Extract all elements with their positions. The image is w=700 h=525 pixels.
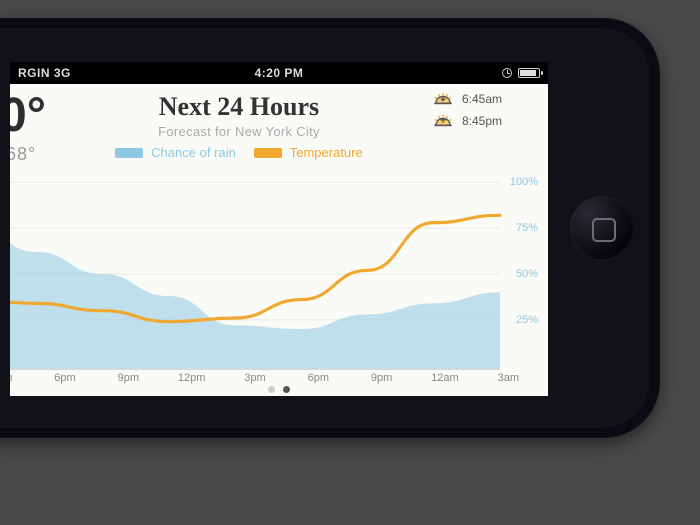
sunset-icon — [432, 114, 454, 128]
home-button[interactable] — [570, 196, 634, 260]
battery-icon — [518, 68, 540, 78]
sunrise-time: 6:45am — [462, 92, 502, 106]
sunset-row: 8:45pm — [432, 114, 532, 128]
page-subtitle: Forecast for New York City — [46, 124, 432, 139]
legend-temp: Temperature — [254, 145, 363, 160]
temp-high: 0° — [10, 92, 46, 140]
sunset-time: 8:45pm — [462, 114, 502, 128]
current-temp-block: 0° 68° — [10, 92, 46, 165]
forecast-chart: 25%50%75%100% — [10, 178, 540, 370]
legend-temp-label: Temperature — [290, 145, 363, 160]
content[interactable]: 0° 68° Next 24 Hours Forecast for New Yo… — [10, 84, 548, 396]
swatch-temp — [254, 148, 282, 158]
page-indicator[interactable] — [10, 380, 548, 396]
phone-bezel: RGIN 3G 4:20 PM 0° 68° Next 24 Hours For… — [0, 28, 650, 428]
pager-dot[interactable] — [268, 386, 275, 393]
sunrise-row: 6:45am — [432, 92, 532, 106]
legend-rain-label: Chance of rain — [151, 145, 236, 160]
sunrise-icon — [432, 92, 454, 106]
phone-frame: RGIN 3G 4:20 PM 0° 68° Next 24 Hours For… — [0, 18, 660, 438]
page-title: Next 24 Hours — [46, 92, 432, 122]
legend: Chance of rain Temperature — [46, 145, 432, 160]
alarm-icon — [502, 68, 512, 78]
screen: RGIN 3G 4:20 PM 0° 68° Next 24 Hours For… — [10, 62, 548, 396]
status-carrier: RGIN 3G — [18, 66, 71, 80]
status-time: 4:20 PM — [10, 66, 548, 80]
swatch-rain — [115, 148, 143, 158]
pager-dot[interactable] — [283, 386, 290, 393]
status-bar: RGIN 3G 4:20 PM — [10, 62, 548, 84]
temp-low: 68° — [10, 144, 46, 165]
legend-rain: Chance of rain — [115, 145, 236, 160]
